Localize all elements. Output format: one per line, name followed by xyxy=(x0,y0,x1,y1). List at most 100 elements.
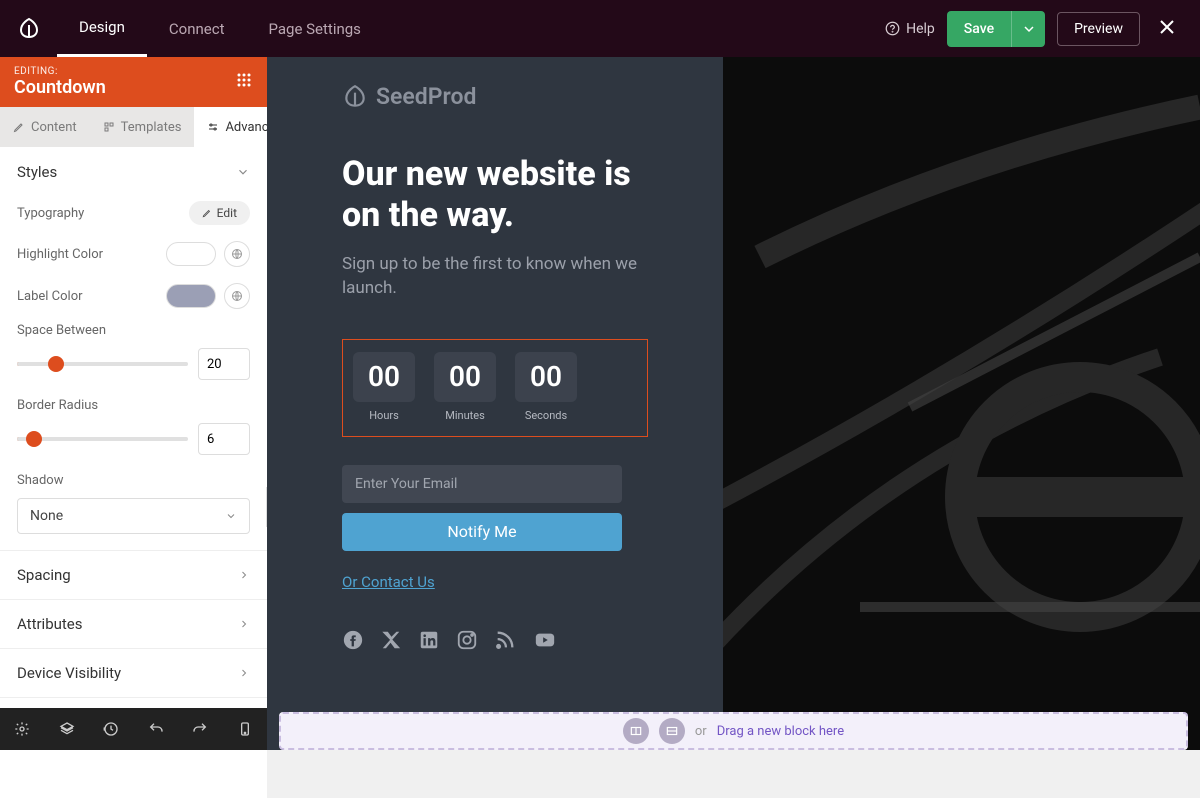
countdown-seconds-value: 00 xyxy=(515,352,577,402)
dropzone-or: or xyxy=(695,724,707,739)
app-logo-icon xyxy=(0,17,57,41)
undo-button[interactable] xyxy=(134,708,179,750)
social-icons xyxy=(342,629,648,651)
close-button[interactable] xyxy=(1152,11,1182,47)
border-radius-row: Border Radius xyxy=(0,392,267,467)
typography-row: Typography Edit xyxy=(0,193,267,233)
countdown-minutes-value: 00 xyxy=(434,352,496,402)
nav-connect[interactable]: Connect xyxy=(147,0,247,57)
responsive-button[interactable] xyxy=(223,708,268,750)
youtube-icon[interactable] xyxy=(532,629,558,651)
notify-button[interactable]: Notify Me xyxy=(342,513,622,551)
typography-edit-button[interactable]: Edit xyxy=(189,201,250,225)
countdown-block[interactable]: 00 Hours 00 Minutes 00 Seconds xyxy=(342,339,648,437)
label-color-swatch[interactable] xyxy=(166,284,216,308)
pencil-icon xyxy=(13,121,25,133)
styles-section-header[interactable]: Styles xyxy=(0,147,267,193)
history-button[interactable] xyxy=(89,708,134,750)
columns-icon xyxy=(629,724,643,738)
email-input[interactable] xyxy=(342,465,622,503)
bottom-toolbar xyxy=(0,708,267,750)
border-radius-input[interactable] xyxy=(198,423,250,455)
hero-title[interactable]: Our new website is on the way. xyxy=(342,154,648,236)
shadow-label: Shadow xyxy=(17,473,250,488)
edit-label: Edit xyxy=(217,206,237,220)
tab-templates-label: Templates xyxy=(121,120,182,135)
facebook-icon[interactable] xyxy=(342,629,364,651)
content-column: SeedProd Our new website is on the way. … xyxy=(267,57,723,750)
globe-icon xyxy=(231,248,243,260)
help-icon xyxy=(885,21,900,36)
save-button[interactable]: Save xyxy=(947,11,1011,47)
accordion-device-visibility[interactable]: Device Visibility xyxy=(0,648,267,697)
hero-subtitle[interactable]: Sign up to be the first to know when we … xyxy=(342,252,648,301)
highlight-color-swatch[interactable] xyxy=(166,242,216,266)
highlight-color-label: Highlight Color xyxy=(17,247,103,262)
sliders-icon xyxy=(207,121,219,133)
brand-logo: SeedProd xyxy=(342,83,648,110)
redo-button[interactable] xyxy=(178,708,223,750)
preview-button[interactable]: Preview xyxy=(1057,12,1140,46)
space-between-input[interactable] xyxy=(198,348,250,380)
undo-icon xyxy=(148,721,164,737)
label-color-label: Label Color xyxy=(17,289,83,304)
gear-icon xyxy=(14,721,30,737)
countdown-minutes-label: Minutes xyxy=(434,409,496,422)
x-icon[interactable] xyxy=(380,629,402,651)
leaf-icon xyxy=(342,84,368,110)
accordion-spacing-label: Spacing xyxy=(17,566,71,584)
help-label: Help xyxy=(906,21,935,37)
sidebar-tabs: Content Templates Advanced xyxy=(0,107,267,147)
brand-name: SeedProd xyxy=(376,83,476,110)
accordion-attributes[interactable]: Attributes xyxy=(0,599,267,648)
space-between-label: Space Between xyxy=(17,323,250,338)
tab-content-label: Content xyxy=(31,120,77,135)
chevron-down-icon xyxy=(225,510,237,522)
pencil-icon xyxy=(202,208,212,218)
countdown-hours-value: 00 xyxy=(353,352,415,402)
drop-zone[interactable]: or Drag a new block here xyxy=(279,712,1188,750)
countdown-hours: 00 Hours xyxy=(353,352,415,422)
tab-templates[interactable]: Templates xyxy=(90,107,195,147)
contact-link[interactable]: Or Contact Us xyxy=(342,573,435,591)
shadow-row: Shadow xyxy=(0,467,267,492)
nav-design[interactable]: Design xyxy=(57,0,147,57)
drag-grip-icon[interactable] xyxy=(235,71,253,93)
label-color-row: Label Color xyxy=(0,275,267,317)
add-row-button[interactable] xyxy=(623,718,649,744)
space-between-slider[interactable] xyxy=(17,362,188,366)
editing-header: EDITING: Countdown xyxy=(0,57,267,107)
globe-icon xyxy=(231,290,243,302)
nav-page-settings[interactable]: Page Settings xyxy=(247,0,383,57)
dropzone-link[interactable]: Drag a new block here xyxy=(717,724,844,739)
global-settings-button[interactable] xyxy=(0,708,45,750)
caret-down-icon xyxy=(1024,24,1034,34)
rss-icon[interactable] xyxy=(494,629,516,651)
save-dropdown-button[interactable] xyxy=(1011,11,1045,47)
countdown-seconds-label: Seconds xyxy=(515,409,577,422)
linkedin-icon[interactable] xyxy=(418,629,440,651)
typography-label: Typography xyxy=(17,206,84,221)
label-color-reset[interactable] xyxy=(224,283,250,309)
save-button-group: Save xyxy=(947,11,1045,47)
countdown-seconds: 00 Seconds xyxy=(515,352,577,422)
border-radius-slider[interactable] xyxy=(17,437,188,441)
close-icon xyxy=(1158,18,1176,36)
styles-heading-label: Styles xyxy=(17,163,57,181)
accordion-device-label: Device Visibility xyxy=(17,664,121,682)
shadow-select[interactable]: None xyxy=(17,498,250,534)
shadow-value: None xyxy=(30,508,63,524)
instagram-icon[interactable] xyxy=(456,629,478,651)
tab-content[interactable]: Content xyxy=(0,107,90,147)
add-section-button[interactable] xyxy=(659,718,685,744)
highlight-color-reset[interactable] xyxy=(224,241,250,267)
top-bar: Design Connect Page Settings Help Save P… xyxy=(0,0,1200,57)
countdown-hours-label: Hours xyxy=(353,409,415,422)
layers-button[interactable] xyxy=(45,708,90,750)
help-link[interactable]: Help xyxy=(885,21,935,37)
space-between-row: Space Between xyxy=(0,317,267,392)
canvas-preview: SeedProd Our new website is on the way. … xyxy=(267,57,1200,750)
accordion-spacing[interactable]: Spacing xyxy=(0,550,267,599)
chevron-right-icon xyxy=(238,667,250,679)
highlight-color-row: Highlight Color xyxy=(0,233,267,275)
